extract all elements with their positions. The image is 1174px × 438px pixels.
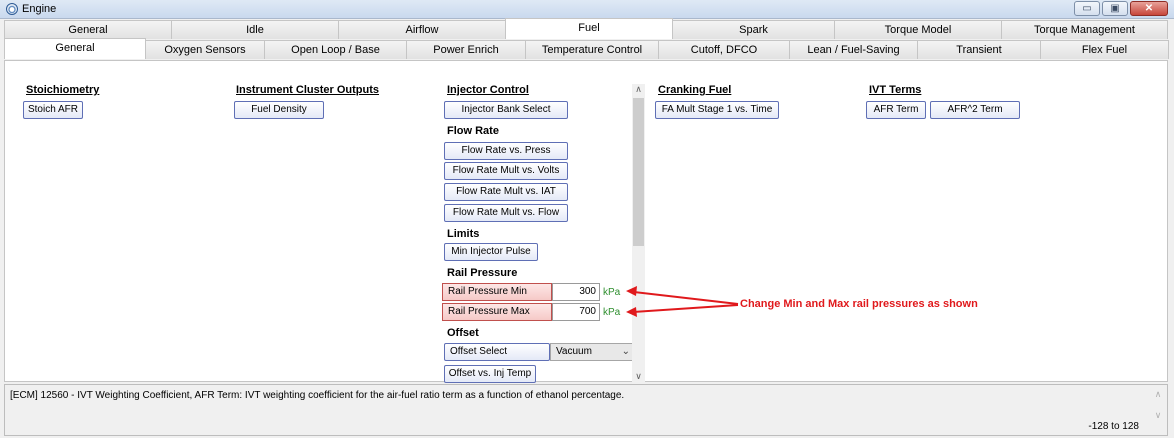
status-range: -128 to 128 <box>1088 421 1139 432</box>
flow-rate-heading: Flow Rate <box>447 125 499 137</box>
subtab-cutoff-dfco[interactable]: Cutoff, DFCO <box>658 40 790 59</box>
engine-icon <box>6 3 18 15</box>
subtab-temperature-control[interactable]: Temperature Control <box>525 40 659 59</box>
title-bar: Engine ▭ ▣ ✕ <box>0 0 1174 19</box>
injector-control-heading: Injector Control <box>447 84 529 96</box>
cranking-fuel-heading: Cranking Fuel <box>658 84 732 96</box>
offset-select-value: Vacuum <box>556 346 592 357</box>
offset-select-dropdown[interactable]: Vacuum ⌄ <box>550 343 636 361</box>
tab-torque-model[interactable]: Torque Model <box>834 20 1002 39</box>
afr-term-button[interactable]: AFR Term <box>866 101 926 119</box>
offset-heading: Offset <box>447 327 479 339</box>
rail-pressure-max-label: Rail Pressure Max <box>442 303 552 321</box>
tab-spark[interactable]: Spark <box>672 20 835 39</box>
sub-tab-bar: General Oxygen Sensors Open Loop / Base … <box>4 38 1169 61</box>
stoichiometry-heading: Stoichiometry <box>26 84 100 96</box>
subtab-oxygen-sensors[interactable]: Oxygen Sensors <box>145 40 265 59</box>
window-controls: ▭ ▣ ✕ <box>1074 1 1168 16</box>
flow-rate-mult-flow-button[interactable]: Flow Rate Mult vs. Flow <box>444 204 568 222</box>
subtab-flex-fuel[interactable]: Flex Fuel <box>1040 40 1169 59</box>
offset-vs-inj-temp-button[interactable]: Offset vs. Inj Temp <box>444 365 536 383</box>
rail-pressure-min-label: Rail Pressure Min <box>442 283 552 301</box>
annotation-text: Change Min and Max rail pressures as sho… <box>740 298 978 310</box>
rail-pressure-heading: Rail Pressure <box>447 267 518 279</box>
status-description: [ECM] 12560 - IVT Weighting Coefficient,… <box>10 390 625 401</box>
subtab-open-loop-base[interactable]: Open Loop / Base <box>264 40 407 59</box>
status-scrollbar[interactable]: ∧ ∨ <box>1153 389 1163 433</box>
window-title: Engine <box>22 3 57 15</box>
main-tab-bar: General Idle Airflow Fuel Spark Torque M… <box>4 18 1168 41</box>
rail-pressure-min-input[interactable]: 300 <box>552 283 600 301</box>
rail-pressure-max-input[interactable]: 700 <box>552 303 600 321</box>
instrument-cluster-heading: Instrument Cluster Outputs <box>236 84 380 96</box>
rail-pressure-max-row: Rail Pressure Max 700 kPa <box>442 303 620 321</box>
close-button[interactable]: ✕ <box>1130 1 1168 16</box>
fuel-density-button[interactable]: Fuel Density <box>234 101 324 119</box>
status-bar: [ECM] 12560 - IVT Weighting Coefficient,… <box>4 384 1168 436</box>
maximize-button[interactable]: ▣ <box>1102 1 1128 16</box>
minimize-button[interactable]: ▭ <box>1074 1 1100 16</box>
subtab-power-enrich[interactable]: Power Enrich <box>406 40 526 59</box>
tab-airflow[interactable]: Airflow <box>338 20 506 39</box>
flow-rate-vs-press-button[interactable]: Flow Rate vs. Press <box>444 142 568 160</box>
rail-pressure-max-unit: kPa <box>603 306 621 318</box>
rail-pressure-min-row: Rail Pressure Min 300 kPa <box>442 283 620 301</box>
flow-rate-mult-iat-button[interactable]: Flow Rate Mult vs. IAT <box>444 183 568 201</box>
stoich-afr-button[interactable]: Stoich AFR <box>23 101 83 119</box>
ivt-terms-heading: IVT Terms <box>869 84 922 96</box>
rail-pressure-min-unit: kPa <box>603 286 621 298</box>
subtab-general[interactable]: General <box>4 38 146 59</box>
scroll-down-icon[interactable]: ∨ <box>632 371 645 382</box>
tab-idle[interactable]: Idle <box>171 20 339 39</box>
subtab-lean-fuel-saving[interactable]: Lean / Fuel-Saving <box>789 40 918 59</box>
injector-column-scrollbar[interactable]: ∧ ∨ <box>632 84 645 382</box>
flow-rate-mult-volts-button[interactable]: Flow Rate Mult vs. Volts <box>444 162 568 180</box>
offset-select-button[interactable]: Offset Select <box>444 343 550 361</box>
scrollbar-thumb[interactable] <box>633 98 644 246</box>
scroll-up-icon[interactable]: ∧ <box>632 84 645 95</box>
injector-bank-select-button[interactable]: Injector Bank Select <box>444 101 568 119</box>
subtab-transient[interactable]: Transient <box>917 40 1041 59</box>
fa-mult-stage1-button[interactable]: FA Mult Stage 1 vs. Time <box>655 101 779 119</box>
tab-fuel[interactable]: Fuel <box>505 18 673 39</box>
chevron-down-icon: ⌄ <box>621 346 630 357</box>
tab-general[interactable]: General <box>4 20 172 39</box>
limits-heading: Limits <box>447 228 480 240</box>
min-injector-pulse-button[interactable]: Min Injector Pulse <box>444 243 538 261</box>
tab-torque-management[interactable]: Torque Management <box>1001 20 1168 39</box>
afr2-term-button[interactable]: AFR^2 Term <box>930 101 1020 119</box>
